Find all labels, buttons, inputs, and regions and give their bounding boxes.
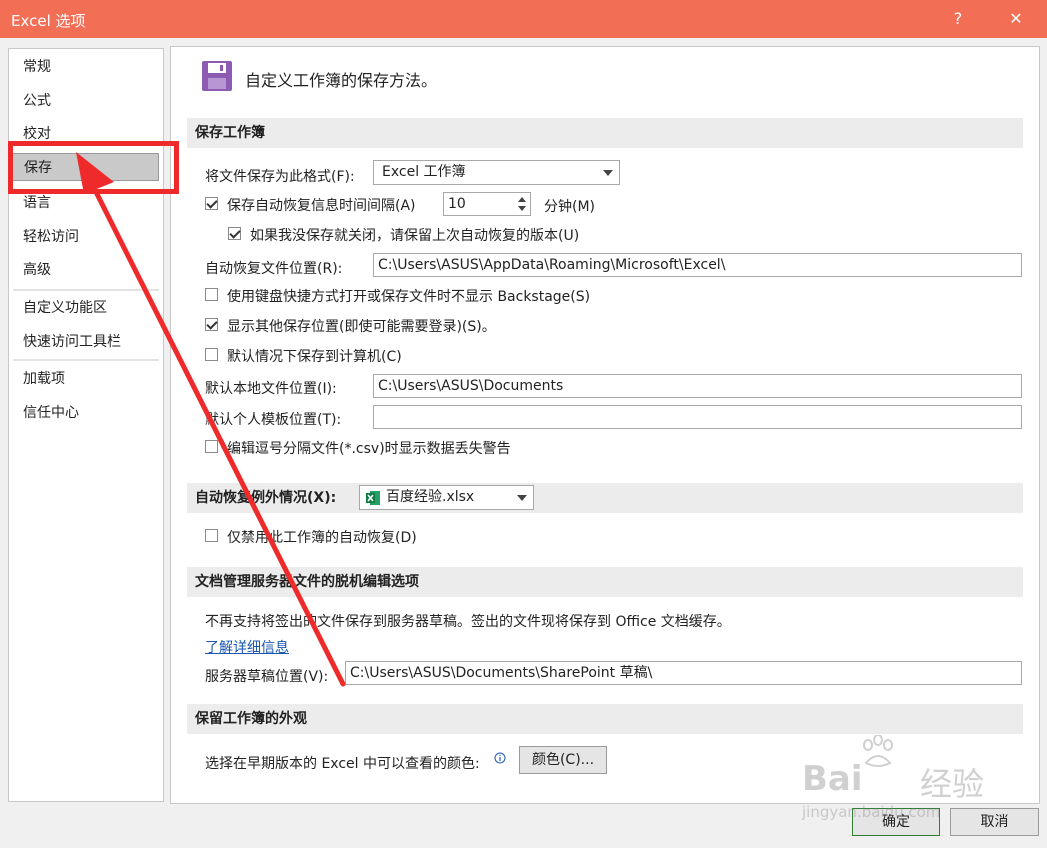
baidu-watermark: Bai 经验 jingyan.baidu.com (800, 735, 1020, 825)
paw-logo-icon (863, 735, 893, 767)
watermark-url: jingyan.baidu.com (802, 803, 941, 821)
watermark-brand-cn: 经验 (920, 765, 985, 803)
annotation-arrow-icon (76, 152, 346, 687)
watermark-brand: Bai (802, 759, 863, 799)
